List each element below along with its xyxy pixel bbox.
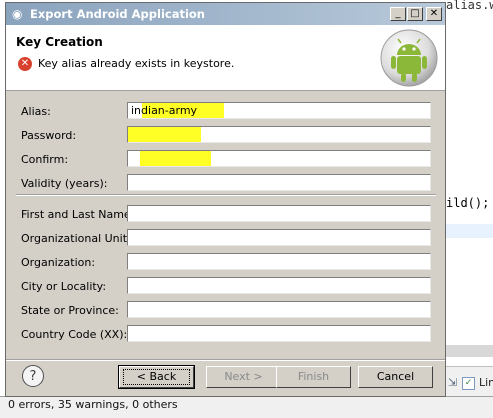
- redaction-highlight: [140, 151, 211, 166]
- confirm-label: Confirm:: [21, 153, 69, 166]
- problems-summary: 0 errors, 35 warnings, 0 others: [8, 398, 178, 411]
- confirm-field[interactable]: [127, 150, 431, 167]
- checkbox-icon: ✓: [462, 377, 475, 390]
- name-label: First and Last Name:: [21, 208, 135, 221]
- dialog-title: Export Android Application: [30, 7, 205, 21]
- view-tab-label: Lin: [479, 376, 493, 389]
- wizard-header: Key Creation ✕ Key alias already exists …: [6, 25, 445, 91]
- back-button[interactable]: < Back: [118, 365, 195, 389]
- current-line-highlight: [446, 224, 493, 238]
- alias-field[interactable]: indian-army: [127, 102, 431, 119]
- city-field[interactable]: [127, 277, 431, 294]
- state-label: State or Province:: [21, 304, 119, 317]
- state-field[interactable]: [127, 301, 431, 318]
- organization-field[interactable]: [127, 253, 431, 270]
- form-separator: [16, 194, 436, 196]
- finish-button[interactable]: Finish: [276, 366, 351, 388]
- eclipse-icon: ◉: [12, 7, 23, 21]
- help-button[interactable]: ?: [22, 365, 44, 387]
- error-message: Key alias already exists in keystore.: [38, 57, 235, 70]
- name-field[interactable]: [127, 205, 431, 222]
- key-form: Alias: indian-army Password: Confirm: Va…: [6, 91, 445, 361]
- maximize-button[interactable]: □: [407, 7, 423, 21]
- validity-label: Validity (years):: [21, 177, 108, 190]
- organization-label: Organization:: [21, 256, 96, 269]
- city-label: City or Locality:: [21, 280, 107, 293]
- alias-label: Alias:: [21, 105, 51, 118]
- cancel-button[interactable]: Cancel: [358, 366, 433, 388]
- country-label: Country Code (XX):: [21, 328, 128, 341]
- focus-ring: [123, 369, 190, 385]
- dialog-title-bar[interactable]: ◉ Export Android Application _ □ ✕: [6, 3, 445, 25]
- page-title: Key Creation: [16, 35, 103, 49]
- alias-value: indian-army: [131, 104, 198, 117]
- view-icon: ⇲: [448, 376, 458, 389]
- view-divider: [446, 345, 493, 357]
- password-field[interactable]: [127, 126, 431, 143]
- minimize-button[interactable]: _: [390, 7, 406, 21]
- view-tab[interactable]: ⇲ ✓ Lin: [446, 366, 493, 397]
- redaction-highlight: [128, 127, 201, 142]
- code-fragment: alias.wr: [446, 0, 493, 12]
- org-unit-field[interactable]: [127, 229, 431, 246]
- export-dialog: ◉ Export Android Application _ □ ✕ Key C…: [5, 2, 446, 397]
- next-button[interactable]: Next >: [206, 366, 281, 388]
- problems-status-bar: 0 errors, 35 warnings, 0 others: [0, 396, 493, 418]
- error-icon: ✕: [18, 57, 32, 71]
- country-field[interactable]: [127, 325, 431, 342]
- password-label: Password:: [21, 129, 77, 142]
- org-unit-label: Organizational Unit:: [21, 232, 131, 245]
- footer-separator: [6, 359, 445, 361]
- close-button[interactable]: ✕: [426, 7, 442, 21]
- validity-field[interactable]: [127, 174, 431, 191]
- code-fragment: ild();: [446, 196, 490, 210]
- android-logo-icon: [380, 29, 438, 87]
